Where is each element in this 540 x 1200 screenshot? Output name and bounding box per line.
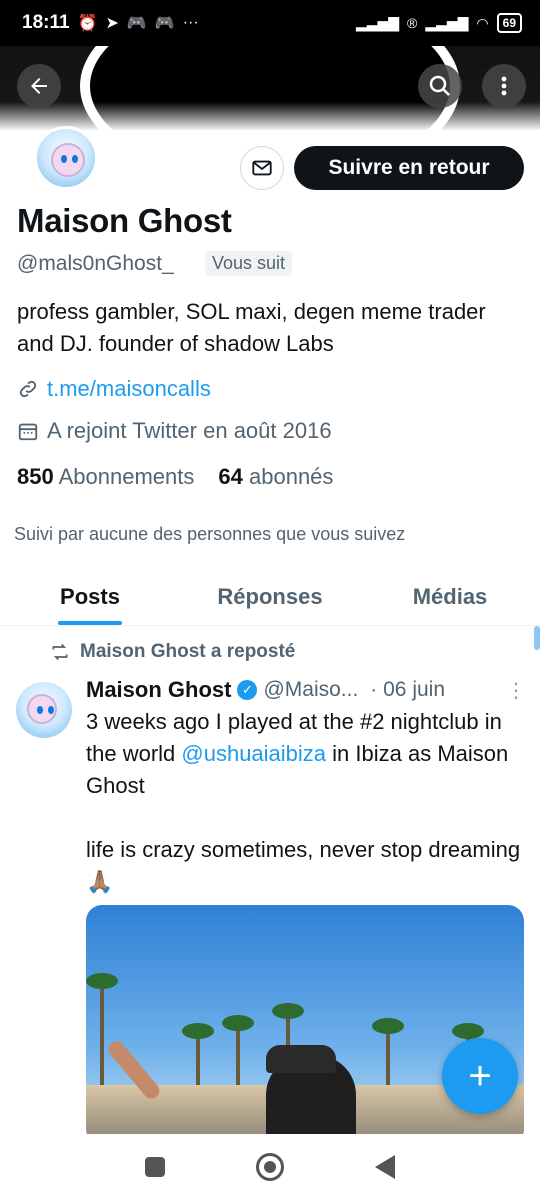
post-media-image[interactable] — [86, 905, 524, 1145]
post-author-avatar[interactable] — [16, 682, 72, 738]
profile-handle: @mals0nGhost_ — [17, 252, 174, 275]
verified-badge-icon: ✓ — [237, 680, 258, 700]
status-system-icons: ▂▃▅▇ ® ▂▃▅▇ ◠ 69 — [356, 13, 522, 33]
game-icon: 🎮 — [126, 15, 147, 32]
battery-icon: 69 — [496, 13, 522, 33]
dj-cap — [266, 1045, 336, 1073]
following-count-link[interactable]: 850 Abonnements — [17, 464, 194, 490]
followers-count: 64 — [218, 464, 243, 489]
post-mention[interactable]: @ushuaiaibiza — [181, 741, 326, 766]
followed-by-text: Suivi par aucune des personnes que vous … — [14, 524, 406, 544]
arrow-left-icon — [31, 78, 47, 94]
banner-fade — [0, 102, 540, 130]
follows-you-badge: Vous suit — [205, 251, 293, 276]
telegram-icon: ➤ — [105, 15, 119, 32]
avatar-character — [27, 694, 57, 724]
following-label: Abonnements — [58, 464, 195, 489]
signal-icon: ▂▃▅▇ — [355, 14, 400, 31]
signal-icon-2: ▂▃▅▇ — [425, 14, 469, 31]
registered-icon: ® — [407, 15, 418, 31]
profile-bio: profess gambler, SOL maxi, degen meme tr… — [17, 299, 486, 356]
status-time: 18:11 — [22, 12, 70, 33]
status-notification-icons: ⏰ ➤ 🎮 🎮 ··· — [78, 13, 199, 33]
back-triangle-icon[interactable] — [374, 1155, 395, 1179]
more-vertical-icon — [501, 76, 507, 96]
post-more-icon[interactable]: ⋮ — [506, 678, 526, 703]
post-text: 3 weeks ago I played at the #2 nightclub… — [86, 706, 526, 898]
more-notifications-icon: ··· — [182, 14, 199, 31]
recents-icon[interactable] — [145, 1157, 166, 1177]
mail-icon — [252, 160, 272, 176]
scrollbar[interactable] — [534, 626, 540, 650]
post-author-name[interactable]: Maison Ghost — [86, 677, 231, 703]
profile-name: Maison Ghost — [17, 202, 232, 239]
post-header: Maison Ghost ✓ @Maiso... · 06 juin ⋮ — [86, 677, 526, 703]
game-icon-2: 🎮 — [154, 15, 175, 32]
message-button[interactable] — [240, 146, 284, 190]
profile-link-row[interactable]: t.me/maisoncalls — [17, 376, 211, 402]
tab-media[interactable]: Médias — [360, 568, 540, 625]
search-icon — [429, 75, 450, 96]
avatar-character — [51, 143, 85, 177]
tab-posts[interactable]: Posts — [0, 568, 180, 625]
profile-tabs: Posts Réponses Médias — [0, 568, 540, 626]
repost-label: Maison Ghost a reposté — [80, 641, 296, 662]
post-author-handle[interactable]: @Maiso... — [263, 678, 358, 702]
more-options-button[interactable] — [482, 64, 526, 108]
link-icon — [19, 380, 37, 398]
wifi-icon: ◠ — [476, 14, 489, 31]
following-count: 850 — [17, 464, 54, 489]
followers-count-link[interactable]: 64 abonnés — [218, 464, 333, 490]
tab-replies[interactable]: Réponses — [180, 568, 360, 625]
home-icon[interactable] — [255, 1153, 284, 1181]
alarm-icon: ⏰ — [77, 15, 98, 32]
repost-icon — [52, 643, 68, 661]
follow-counts: 850 Abonnements 64 abonnés — [17, 464, 333, 490]
compose-post-button[interactable]: + — [442, 1038, 518, 1114]
back-button[interactable] — [17, 64, 61, 108]
calendar-icon — [18, 423, 38, 441]
status-bar: 18:11 ⏰ ➤ 🎮 🎮 ··· ▂▃▅▇ ® ▂▃▅▇ ◠ 69 — [0, 0, 540, 46]
repost-indicator: Maison Ghost a reposté — [50, 641, 295, 663]
post-date[interactable]: · 06 juin — [370, 678, 445, 702]
followers-label: abonnés — [249, 464, 334, 489]
joined-date: A rejoint Twitter en août 2016 — [47, 418, 332, 443]
profile-link[interactable]: t.me/maisoncalls — [47, 376, 211, 402]
search-button[interactable] — [418, 64, 462, 108]
joined-row: A rejoint Twitter en août 2016 — [17, 418, 332, 444]
system-navigation-bar — [0, 1134, 540, 1200]
profile-avatar[interactable] — [34, 126, 98, 190]
follow-back-button[interactable]: Suivre en retour — [294, 146, 524, 190]
